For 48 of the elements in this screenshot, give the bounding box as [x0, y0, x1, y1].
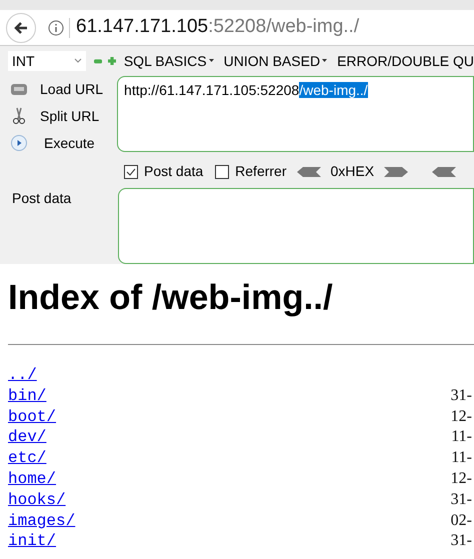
action-button[interactable]: Execute: [44, 132, 95, 154]
directory-link[interactable]: hooks/: [8, 490, 66, 511]
option-label: Referrer: [235, 162, 287, 181]
date-text: 31-: [450, 531, 472, 552]
directory-link[interactable]: bin/: [8, 386, 46, 407]
hex-label: 0xHEX: [330, 162, 374, 181]
option-label: Post data: [144, 162, 204, 181]
right-arrow-icon[interactable]: [384, 166, 408, 176]
checkbox[interactable]: [124, 164, 138, 178]
directory-link[interactable]: home/: [8, 468, 56, 490]
url-field[interactable]: http://61.147.171.105:52208/web-img../: [117, 76, 474, 152]
action-button[interactable]: Load URL: [40, 78, 104, 100]
address-field[interactable]: 61.147.171.105:52208/web-img../: [76, 13, 360, 42]
directory-link[interactable]: init/: [8, 531, 56, 552]
menu-button[interactable]: UNION BASED: [224, 50, 328, 72]
date-text: 31-: [450, 490, 472, 510]
date-text: 12-: [450, 406, 472, 427]
chevron-icon: [74, 58, 82, 64]
info-icon[interactable]: [48, 20, 64, 36]
date-text: 31-: [450, 386, 472, 406]
directory-link[interactable]: images/: [8, 510, 76, 532]
date-text: 12-: [450, 468, 472, 489]
menu-button[interactable]: ERROR/DOUBLE QU: [337, 50, 474, 72]
date-text: 02-: [450, 510, 472, 531]
back-arrow-icon: [13, 20, 29, 36]
caret-icon: [208, 59, 214, 63]
left-arrow-icon[interactable]: [432, 166, 456, 176]
left-arrow-icon[interactable]: [296, 166, 321, 176]
post-data-label: Post data: [11, 189, 72, 208]
play-icon: [10, 134, 28, 152]
menu-button[interactable]: SQL BASICS: [124, 50, 214, 72]
caret-icon: [322, 59, 328, 63]
action-button[interactable]: Split URL: [40, 106, 100, 126]
drive-icon: [10, 81, 28, 97]
post-data-field[interactable]: [118, 188, 474, 264]
page-heading: Index of /web-img../: [8, 278, 334, 318]
scissors-icon: [10, 107, 28, 125]
date-text: 11-: [451, 448, 472, 468]
directory-link[interactable]: dev/: [8, 427, 46, 448]
date-text: 11-: [451, 427, 472, 448]
directory-link[interactable]: boot/: [8, 406, 56, 428]
checkbox[interactable]: [215, 164, 230, 178]
directory-link[interactable]: etc/: [8, 448, 46, 469]
type-select[interactable]: INT: [8, 51, 86, 71]
directory-link[interactable]: ../: [8, 365, 37, 386]
plus-icon[interactable]: [108, 56, 116, 66]
back-button[interactable]: [6, 12, 36, 42]
minus-icon[interactable]: [94, 57, 102, 65]
